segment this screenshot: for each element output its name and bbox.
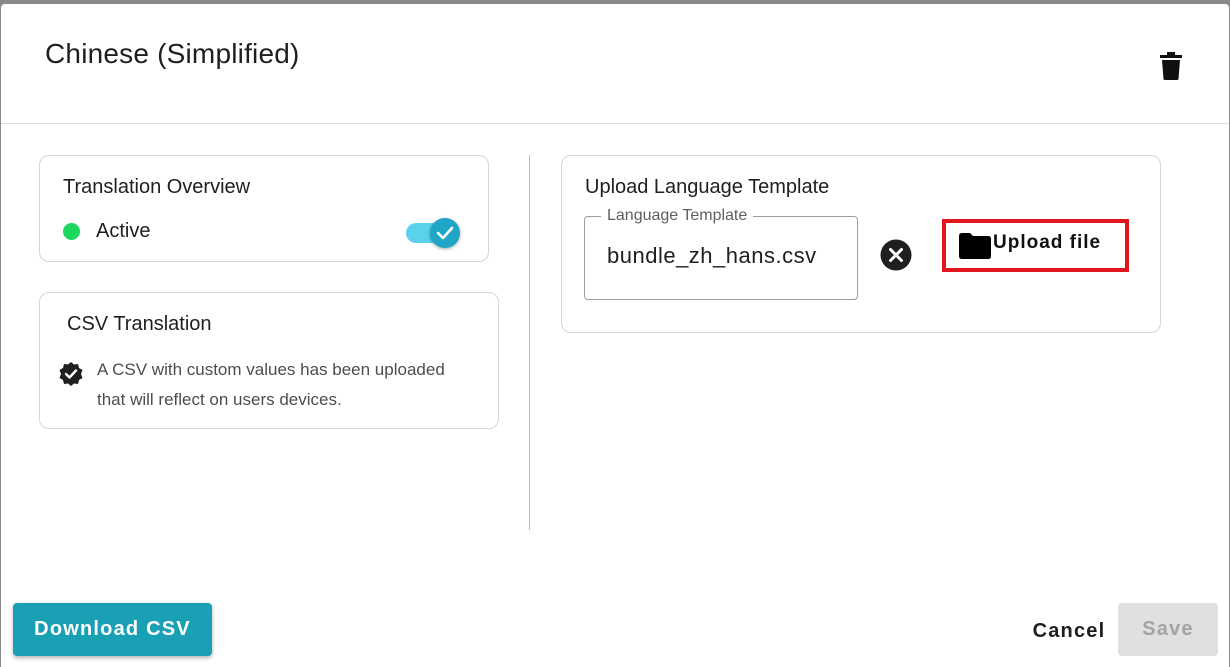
status-dot <box>63 223 80 240</box>
delete-button[interactable] <box>1157 48 1185 84</box>
language-template-input[interactable] <box>607 243 847 269</box>
language-template-label: Language Template <box>601 207 754 225</box>
folder-icon <box>959 232 991 259</box>
toggle-thumb <box>430 218 460 248</box>
translation-overview-card: Translation Overview Active <box>39 155 489 262</box>
translation-overview-title: Translation Overview <box>63 176 251 198</box>
check-icon <box>436 226 454 240</box>
upload-template-card: Upload Language Template Language Templa… <box>561 155 1161 333</box>
close-circle-icon <box>880 239 912 271</box>
language-dialog: Chinese (Simplified) Translation Overvie… <box>1 4 1229 667</box>
download-csv-button[interactable]: Download CSV <box>13 603 212 656</box>
cancel-button[interactable]: Cancel <box>1021 607 1117 655</box>
csv-translation-title: CSV Translation <box>67 313 212 335</box>
verified-badge-icon <box>59 362 83 386</box>
clear-file-button[interactable] <box>880 239 912 271</box>
csv-translation-card: CSV Translation A CSV with custom values… <box>39 292 499 429</box>
upload-file-button[interactable]: Upload file <box>942 219 1129 272</box>
dialog-title: Chinese (Simplified) <box>45 38 300 69</box>
csv-description: A CSV with custom values has been upload… <box>97 360 445 409</box>
active-toggle[interactable] <box>406 218 462 248</box>
column-divider <box>529 155 530 530</box>
save-button[interactable]: Save <box>1118 603 1218 656</box>
trash-icon <box>1160 52 1182 80</box>
upload-file-label: Upload file <box>993 231 1102 253</box>
upload-template-title: Upload Language Template <box>585 176 830 198</box>
status-label: Active <box>96 220 151 242</box>
dialog-header: Chinese (Simplified) <box>1 4 1229 124</box>
language-template-field: Language Template <box>584 207 858 300</box>
